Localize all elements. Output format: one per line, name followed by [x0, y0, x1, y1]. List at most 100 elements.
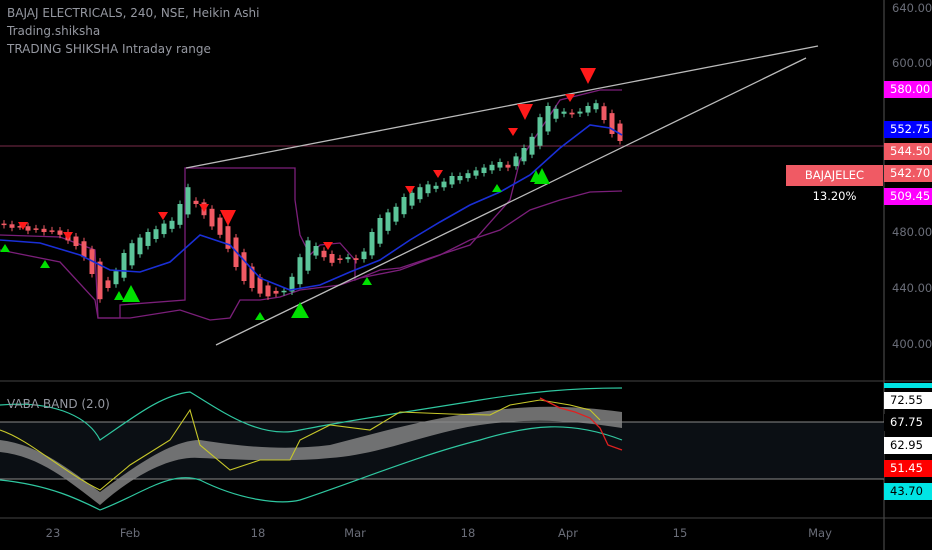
candles [1, 99, 623, 303]
lower-trendline[interactable] [215, 57, 807, 346]
time-tick: May [808, 526, 832, 540]
candle-body [97, 261, 103, 300]
time-tick: Mar [344, 526, 366, 540]
time-tick: Apr [558, 526, 578, 540]
candle-body [113, 271, 119, 285]
candle-body [353, 258, 359, 260]
candle-body [561, 111, 567, 114]
candle-body [433, 185, 439, 189]
indicator-legend-1[interactable]: Trading.shiksha [7, 24, 100, 38]
price-tick: 400.00 [892, 337, 932, 351]
candle-body [1, 223, 7, 226]
candle-body [273, 290, 279, 294]
oscillator-label-top [884, 383, 932, 388]
time-tick: Feb [119, 526, 141, 540]
candle-body [297, 257, 303, 285]
candle-body [369, 232, 375, 256]
oscillator-label: 51.45 [884, 460, 932, 477]
indicator-legend-2[interactable]: TRADING SHIKSHA Intraday range [7, 42, 211, 56]
buy-arrow-icon [492, 184, 502, 192]
candle-body [281, 290, 287, 293]
candle-body [521, 148, 527, 162]
candle-body [417, 187, 423, 200]
candle-body [393, 206, 399, 222]
candle-body [57, 230, 63, 235]
candle-body [193, 200, 199, 204]
candle-body [337, 258, 343, 260]
sell-arrow-icon [517, 104, 533, 120]
candle-body [305, 240, 311, 271]
buy-arrow-icon [40, 260, 50, 268]
oscillator-label: 72.55 [884, 392, 932, 409]
sell-signals [18, 68, 596, 250]
candle-body [41, 228, 47, 232]
candle-body [457, 176, 463, 181]
sell-arrow-icon [433, 170, 443, 178]
candle-body [441, 181, 447, 188]
candle-body [449, 176, 455, 185]
price-tick: 600.00 [892, 56, 932, 70]
oscillator-label: 62.95 [884, 437, 932, 454]
symbol-change-tag: BAJAJELEC 13.20% [786, 165, 883, 203]
chart-canvas[interactable] [0, 0, 932, 550]
candle-body [81, 241, 87, 258]
candle-body [473, 170, 479, 176]
candle-body [73, 236, 79, 246]
time-tick: 15 [672, 526, 688, 540]
candle-body [161, 223, 167, 235]
buy-arrow-icon [0, 244, 10, 252]
oscillator-label: 67.75 [884, 414, 932, 431]
sell-arrow-icon [508, 128, 518, 136]
candle-body [185, 187, 191, 215]
buy-arrow-icon [255, 312, 265, 320]
candle-body [25, 226, 31, 231]
candle-body [377, 218, 383, 244]
candle-body [577, 111, 583, 114]
candle-body [529, 136, 535, 155]
candle-body [425, 184, 431, 194]
candle-body [257, 277, 263, 294]
oscillator-label: 43.70 [884, 483, 932, 500]
candle-body [329, 253, 335, 263]
candle-body [497, 162, 503, 168]
candle-body [313, 246, 319, 256]
price-label-close: 542.70 [884, 165, 932, 182]
candle-body [145, 232, 151, 246]
candle-body [129, 243, 135, 266]
price-label-range-high: 580.00 [884, 81, 932, 98]
range-upper-line [0, 89, 622, 319]
candle-body [593, 103, 599, 110]
candle-body [409, 192, 415, 206]
chart-title: BAJAJ ELECTRICALS, 240, NSE, Heikin Ashi [7, 6, 260, 20]
candle-body [153, 229, 159, 239]
buy-arrow-icon [114, 291, 124, 300]
candle-body [585, 106, 591, 113]
buy-arrow-icon [362, 277, 372, 285]
candle-body [545, 106, 551, 132]
sell-arrow-icon [199, 204, 209, 212]
price-label-ma: 552.75 [884, 121, 932, 138]
candle-body [401, 197, 407, 215]
price-label-range-low: 509.45 [884, 188, 932, 205]
candle-body [137, 237, 143, 255]
candle-body [241, 252, 247, 281]
time-tick: 18 [250, 526, 266, 540]
candle-body [505, 164, 511, 168]
candle-body [513, 156, 519, 167]
upper-trendline[interactable] [185, 45, 819, 169]
candle-body [177, 204, 183, 225]
candle-body [345, 257, 351, 260]
price-label-last: 544.50 [884, 143, 932, 160]
candle-body [217, 217, 223, 235]
candle-body [321, 250, 327, 258]
candle-body [489, 164, 495, 171]
candle-body [553, 108, 559, 119]
candle-body [169, 220, 175, 229]
price-tick: 480.00 [892, 225, 932, 239]
oscillator-title[interactable]: VABA BAND (2.0) [7, 397, 110, 411]
time-tick: 23 [45, 526, 61, 540]
candle-body [105, 280, 111, 288]
candle-body [265, 285, 271, 297]
time-tick: 18 [460, 526, 476, 540]
candle-body [569, 112, 575, 115]
